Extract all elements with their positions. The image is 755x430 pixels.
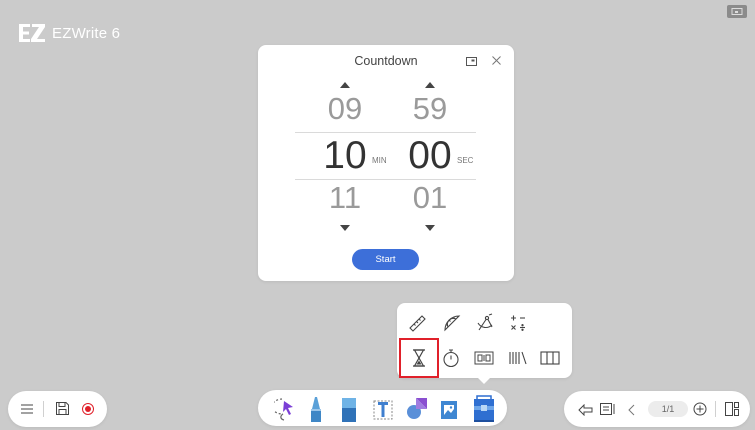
- add-page-icon[interactable]: [693, 402, 707, 421]
- shapes-icon[interactable]: [405, 396, 429, 427]
- logo-text: EZWrite 6: [52, 24, 121, 42]
- compass-icon[interactable]: [475, 313, 495, 333]
- page-indicator[interactable]: 1/1: [648, 401, 688, 417]
- stopwatch-icon[interactable]: [441, 348, 461, 368]
- minutes-prev[interactable]: 09: [315, 91, 375, 127]
- logo-mark-icon: [19, 24, 45, 42]
- right-divider: [715, 401, 716, 417]
- seconds-current[interactable]: 00: [400, 134, 460, 178]
- minutes-down-arrow-icon[interactable]: [340, 225, 350, 231]
- chevron-left-icon[interactable]: [628, 403, 636, 421]
- seconds-unit: SEC: [457, 156, 474, 165]
- abacus-icon[interactable]: [508, 348, 528, 368]
- window-mode-button[interactable]: [727, 5, 747, 18]
- top-separator: [295, 132, 476, 133]
- text-icon[interactable]: [373, 397, 395, 426]
- ruler-icon[interactable]: [408, 313, 428, 333]
- seconds-prev[interactable]: 59: [400, 91, 460, 127]
- seconds-up-arrow-icon[interactable]: [425, 82, 435, 88]
- selected-tool-highlight: [399, 338, 439, 378]
- popout-icon[interactable]: [466, 57, 477, 66]
- lasso-icon[interactable]: [271, 396, 296, 427]
- tools-popup-caret: [477, 377, 491, 384]
- seconds-down-arrow-icon[interactable]: [425, 225, 435, 231]
- app-logo: EZWrite 6: [18, 22, 120, 44]
- calculator-icon[interactable]: [508, 313, 528, 333]
- seconds-next[interactable]: 01: [400, 180, 460, 216]
- minutes-next[interactable]: 11: [315, 180, 375, 216]
- minutes-up-arrow-icon[interactable]: [340, 82, 350, 88]
- pages-overview-icon[interactable]: [725, 402, 740, 422]
- record-icon[interactable]: [81, 402, 95, 421]
- left-divider: [43, 401, 44, 417]
- pen-icon[interactable]: [308, 395, 324, 428]
- scoreboard-icon[interactable]: [474, 348, 494, 368]
- minutes-current[interactable]: 10: [315, 134, 375, 178]
- eraser-icon[interactable]: [341, 397, 357, 428]
- close-icon[interactable]: [491, 55, 502, 66]
- toolbox-icon[interactable]: [472, 395, 496, 428]
- menu-icon[interactable]: [20, 402, 34, 421]
- start-button[interactable]: Start: [352, 249, 419, 270]
- image-icon[interactable]: [440, 397, 460, 426]
- minutes-unit: MIN: [372, 156, 387, 165]
- protractor-icon[interactable]: [442, 313, 462, 333]
- countdown-panel: Countdown 09 10 MIN 11 59 00 SEC 01 Star…: [258, 45, 514, 281]
- save-icon[interactable]: [55, 401, 70, 421]
- monitor-icon: [731, 7, 743, 15]
- page-list-icon[interactable]: [600, 402, 616, 421]
- grid-icon[interactable]: [540, 348, 560, 368]
- undo-icon[interactable]: [578, 403, 593, 421]
